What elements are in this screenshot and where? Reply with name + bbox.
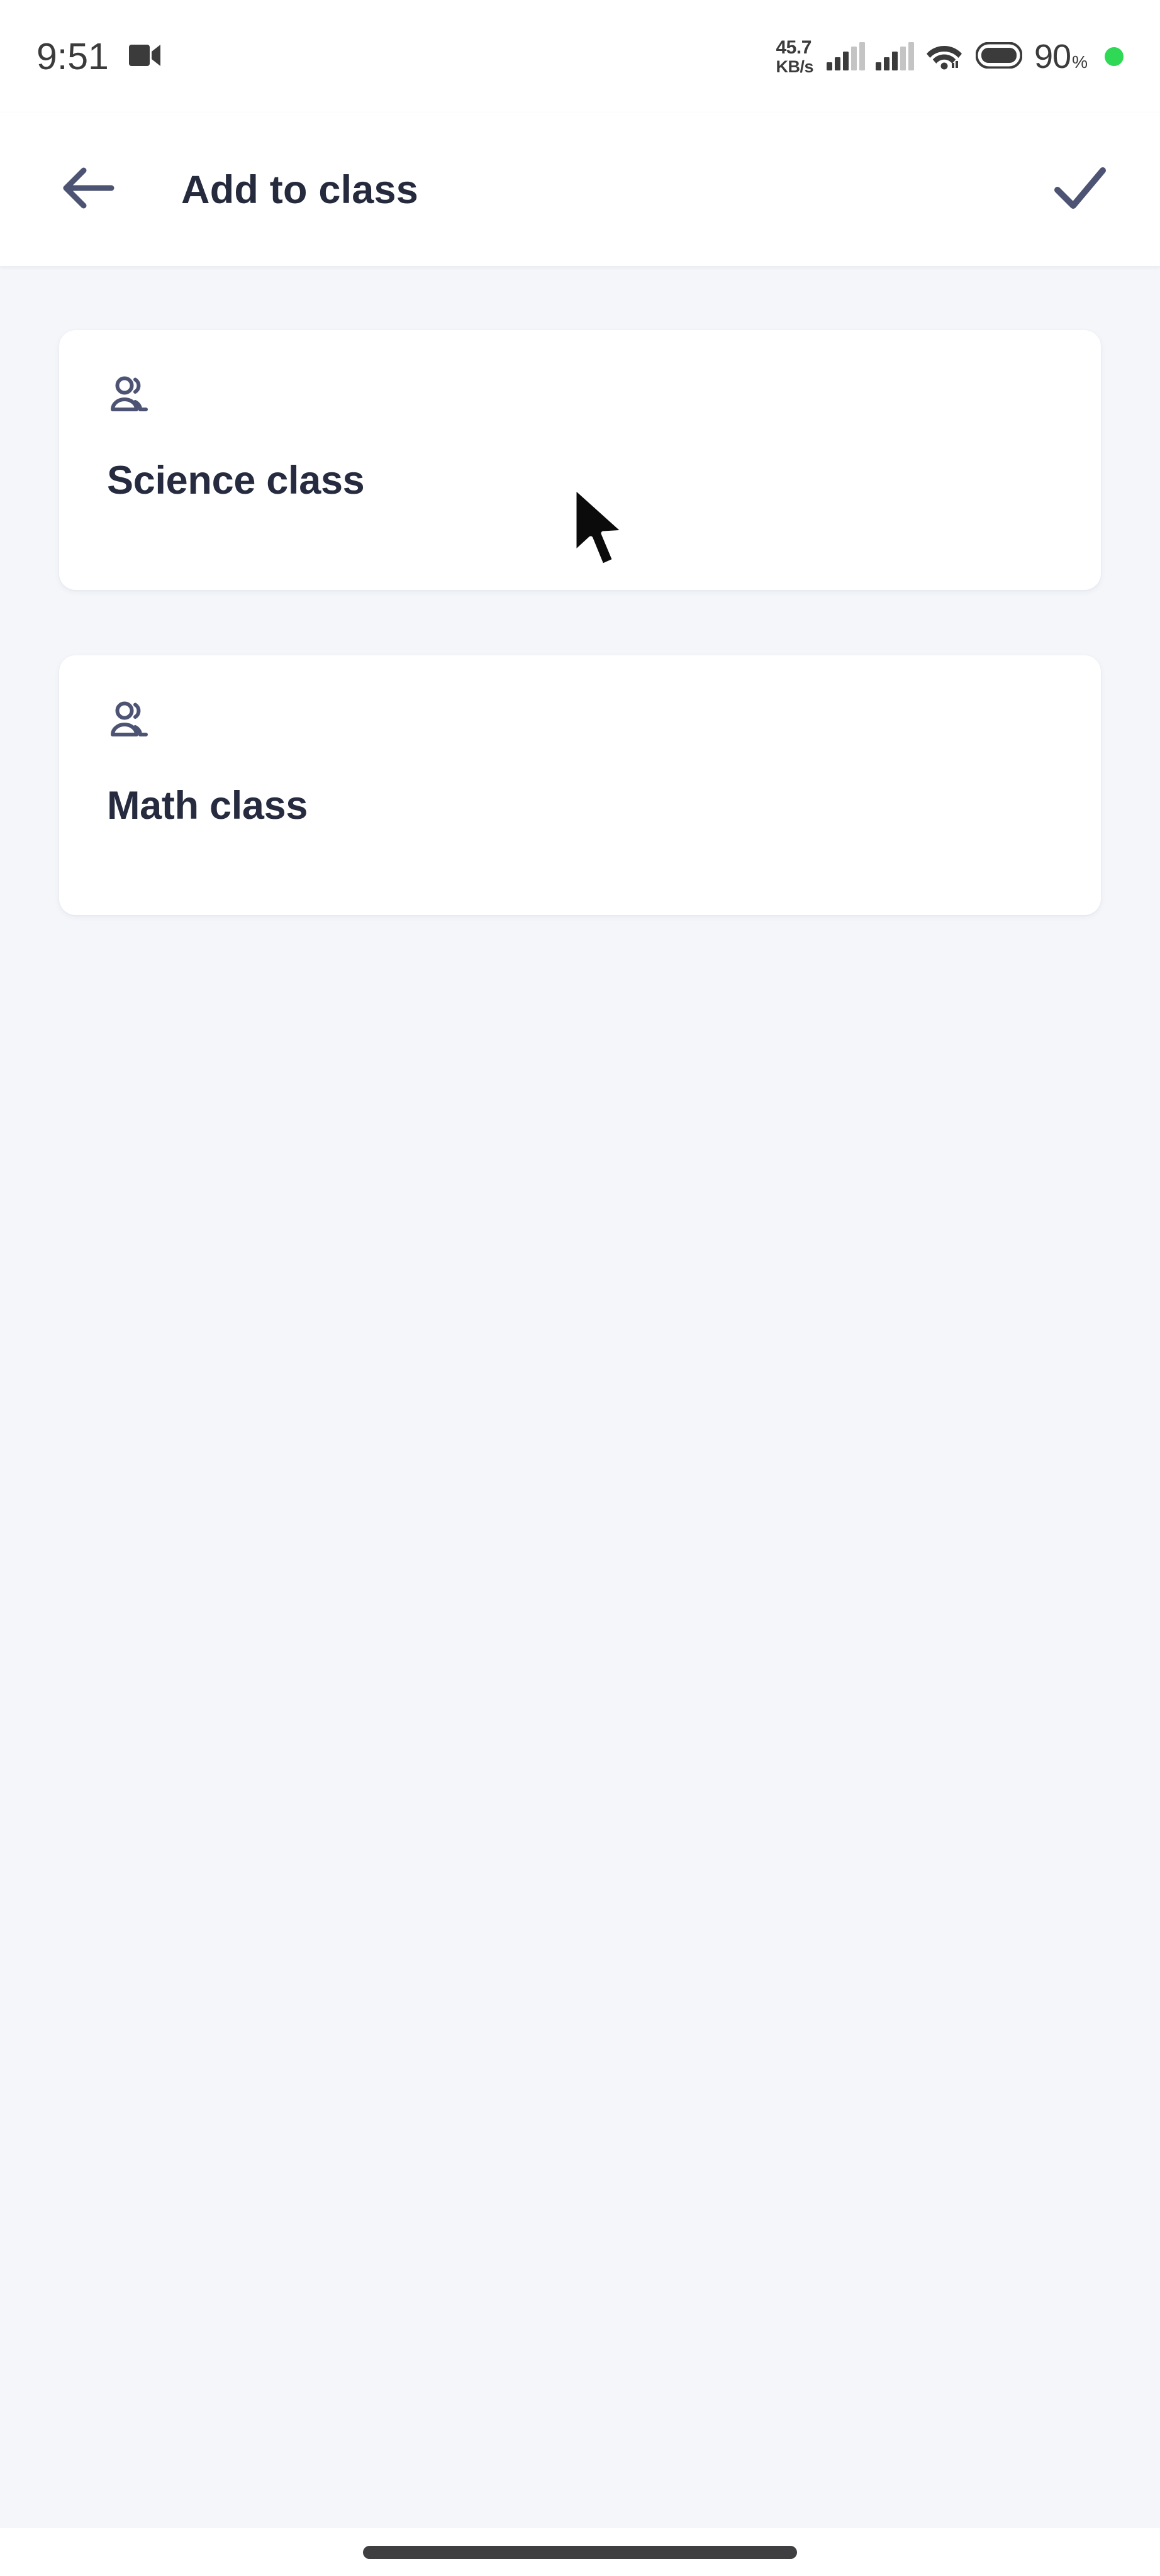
network-speed-unit: KB/s xyxy=(776,57,814,76)
class-name: Science class xyxy=(107,458,365,502)
app-bar: Add to class xyxy=(0,113,1160,266)
back-button[interactable] xyxy=(50,152,126,228)
confirm-button[interactable] xyxy=(1039,149,1121,231)
wifi-icon xyxy=(926,41,962,73)
battery-percentage-value: 90 xyxy=(1034,38,1071,75)
battery-percentage: 90 % xyxy=(1034,37,1088,76)
navigation-bar xyxy=(0,2528,1160,2576)
status-bar-right: 45.7 KB/s 90 % xyxy=(776,37,1124,76)
network-speed-indicator: 45.7 KB/s xyxy=(776,38,814,75)
status-bar-clock: 9:51 xyxy=(36,35,109,77)
battery-full-icon xyxy=(975,42,1023,72)
class-card[interactable]: Math class xyxy=(59,655,1101,915)
video-camera-icon xyxy=(128,43,162,70)
class-list: Science class Math class xyxy=(0,266,1160,2528)
status-bar-left: 9:51 xyxy=(36,38,162,75)
arrow-left-icon xyxy=(61,165,115,214)
check-icon xyxy=(1050,162,1110,218)
home-gesture-pill-icon[interactable] xyxy=(363,2545,797,2559)
cellular-signal-icon xyxy=(827,42,866,70)
battery-percentage-symbol: % xyxy=(1072,52,1088,72)
network-speed-value: 45.7 xyxy=(776,37,812,58)
class-card[interactable]: Science class xyxy=(59,330,1101,590)
cellular-signal-icon xyxy=(876,42,915,70)
status-bar: 9:51 45.7 KB/s 90 % xyxy=(0,0,1160,113)
class-name: Math class xyxy=(107,784,308,828)
people-group-icon xyxy=(107,697,153,743)
page-title: Add to class xyxy=(181,167,418,212)
phone-screen: 9:51 45.7 KB/s 90 % Add to class Science… xyxy=(0,0,1160,2576)
people-group-icon xyxy=(107,372,153,418)
green-status-dot-icon xyxy=(1105,47,1124,66)
